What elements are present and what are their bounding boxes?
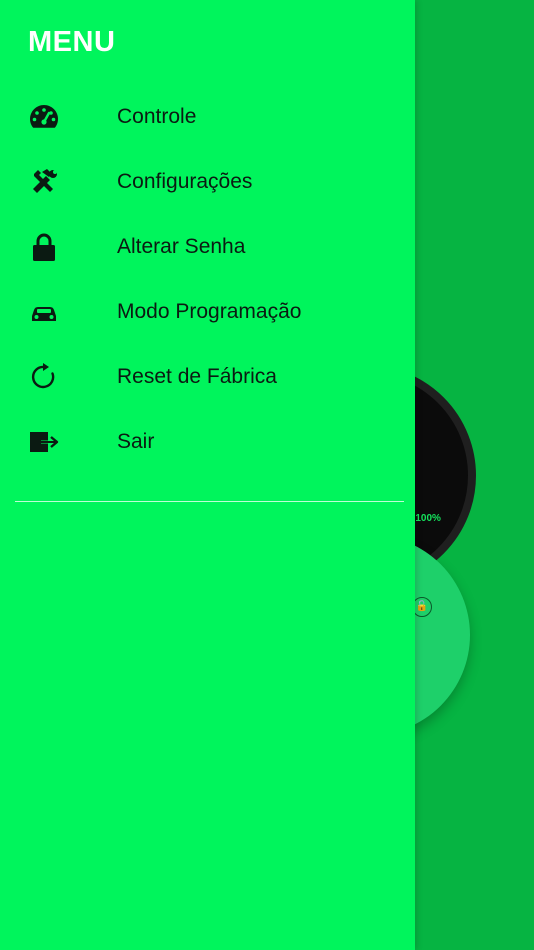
menu-item-label: Modo Programação [117,299,302,323]
lock-icon [28,231,60,263]
menu-item-label: Sair [117,429,155,453]
logout-icon [28,426,60,458]
menu-list: Controle Configurações Alterar Senha Mod… [0,84,415,474]
tools-icon [28,166,60,198]
speedometer-icon [28,101,60,133]
menu-item-controle[interactable]: Controle [0,84,415,149]
drawer-title: MENU [28,26,116,58]
car-icon [28,296,60,328]
gauge-percent-label: -100% [412,513,441,524]
menu-item-modo-programacao[interactable]: Modo Programação [0,279,415,344]
menu-divider [15,501,404,502]
unlock-icon: 🔓 [412,597,432,617]
menu-item-label: Controle [117,104,197,128]
menu-item-label: Alterar Senha [117,234,246,258]
navigation-drawer: MENU Controle Configurações Alterar Senh… [0,0,415,950]
menu-item-label: Reset de Fábrica [117,364,277,388]
menu-item-reset-de-fabrica[interactable]: Reset de Fábrica [0,344,415,409]
menu-item-label: Configurações [117,169,253,193]
refresh-icon [28,361,60,393]
menu-item-sair[interactable]: Sair [0,409,415,474]
menu-item-alterar-senha[interactable]: Alterar Senha [0,214,415,279]
menu-item-configuracoes[interactable]: Configurações [0,149,415,214]
